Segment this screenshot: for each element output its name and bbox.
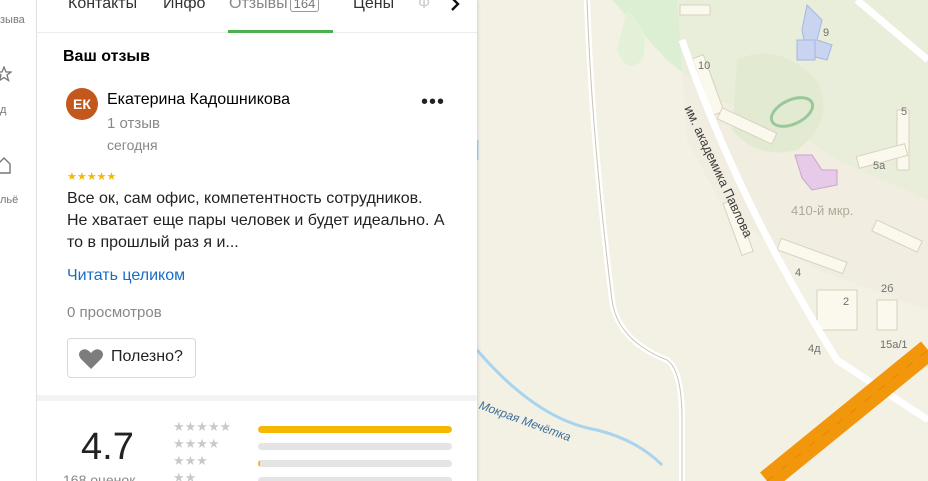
left-sidebar: зыва д льё: [0, 0, 37, 481]
map-building-number: 2б: [881, 283, 894, 295]
map-kindergarten: [796, 39, 816, 61]
star-icon: ★: [96, 171, 107, 183]
sidebar-item-label: льё: [0, 194, 19, 206]
section-title: Ваш отзыв: [63, 48, 150, 65]
map-building-number: 5а: [873, 160, 886, 172]
active-tab-indicator: [228, 30, 333, 33]
rating-bar-track: [258, 460, 452, 467]
views-count: 0 просмотров: [67, 304, 162, 321]
rating-row-stars: ★★★: [173, 453, 208, 468]
more-dots-icon: •••: [421, 91, 446, 113]
rating-bar-fill: [258, 426, 452, 433]
tab-photos[interactable]: Ф: [418, 0, 430, 14]
review-stars: ★★★★★: [67, 170, 116, 183]
star-icon: ★: [76, 171, 87, 183]
rating-count: 168 оценок: [63, 472, 136, 481]
tab-label: Отзывы: [229, 0, 288, 12]
place-card-panel: Контакты Инфо Отзывы 164 Цены Ф Ваш отзыв…: [37, 0, 477, 481]
map-building-number: 9: [823, 27, 830, 39]
sidebar-item-favorites[interactable]: д: [0, 66, 37, 120]
more-options-button[interactable]: •••: [421, 92, 445, 115]
tab-bar: Контакты Инфо Отзывы 164 Цены Ф: [37, 0, 477, 33]
tab-reviews[interactable]: Отзывы 164: [229, 0, 320, 14]
heart-icon: [79, 349, 103, 369]
star-icon: [0, 66, 12, 82]
author-reviews-count: 1 отзыв: [107, 115, 161, 132]
reviews-count-badge: 164: [289, 0, 320, 12]
map-building-number: 2: [843, 296, 850, 308]
map-canvas: [477, 0, 928, 481]
rating-bar-track: [258, 443, 452, 450]
map-building-number: 4д: [808, 343, 821, 355]
map-road: [584, 0, 685, 481]
read-more-link[interactable]: Читать целиком: [67, 267, 185, 285]
rating-bar-fill: [258, 460, 260, 467]
map-building-number: 15а/1: [880, 339, 908, 351]
map-road-edge: [586, 0, 683, 481]
map-view[interactable]: 9 10 5 5а 4 2 2б 4д 15а/1 410-й мкр. им.…: [477, 0, 928, 481]
section-divider: [37, 395, 477, 401]
rating-row-stars: ★★: [173, 470, 197, 481]
avatar[interactable]: ЕК: [66, 88, 98, 120]
sidebar-item-label: д: [0, 104, 7, 116]
star-icon: ★: [67, 171, 77, 183]
sidebar-item-property[interactable]: льё: [0, 155, 37, 209]
map-district-label: 410-й мкр.: [791, 203, 854, 218]
house-icon: [0, 157, 11, 174]
rating-row-stars: ★★★★★: [173, 419, 232, 434]
rating-row-stars: ★★★★: [173, 436, 220, 451]
map-building-number: 4: [795, 267, 802, 279]
rating-bar-track: [258, 426, 452, 433]
rating-value: 4.7: [81, 426, 134, 468]
review-date: сегодня: [107, 137, 158, 153]
chevron-right-icon[interactable]: [442, 0, 468, 18]
tab-prices[interactable]: Цены: [353, 0, 394, 14]
rating-bar-track: [258, 477, 452, 481]
review-author[interactable]: Екатерина Кадошникова: [107, 91, 290, 109]
review-text: Все ок, сам офис, компетентность сотрудн…: [67, 190, 445, 251]
map-building-number: 5: [901, 106, 908, 118]
useful-button[interactable]: Полезно?: [67, 338, 196, 378]
sidebar-item-reviews[interactable]: зыва: [0, 14, 37, 34]
sidebar-item-label: зыва: [0, 14, 25, 26]
star-icon: ★: [106, 171, 117, 183]
tab-contacts[interactable]: Контакты: [68, 0, 137, 14]
star-icon: ★: [86, 171, 97, 183]
map-building-number: 10: [698, 60, 711, 72]
tab-info[interactable]: Инфо: [163, 0, 205, 14]
useful-label: Полезно?: [111, 348, 183, 365]
